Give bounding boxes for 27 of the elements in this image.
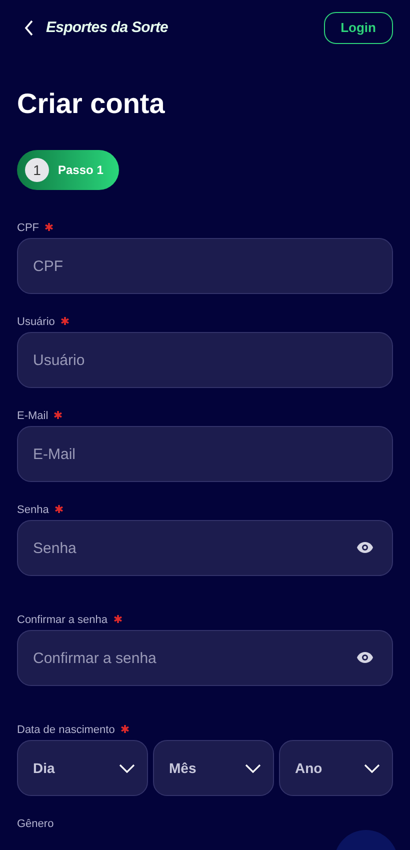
field-label: Confirmar a senha: [17, 613, 108, 628]
field-label: Gênero: [17, 817, 54, 832]
dropdown[interactable]: Mês: [153, 740, 274, 796]
dropdown[interactable]: Ano: [279, 740, 393, 796]
back-icon[interactable]: [24, 20, 34, 36]
chevron-down-icon: [119, 764, 135, 772]
eye-icon[interactable]: [357, 652, 373, 663]
eye-icon[interactable]: [357, 542, 373, 553]
input-field[interactable]: E-Mail: [17, 426, 393, 482]
input-field[interactable]: Usuário: [17, 332, 393, 388]
input-field[interactable]: Senha: [17, 520, 393, 576]
chevron-down-icon: [245, 764, 261, 772]
chevron-down-icon: [364, 764, 380, 772]
page-title: Criar conta: [17, 87, 166, 121]
step-label: Passo 1: [58, 162, 104, 179]
field-label: Senha: [17, 503, 49, 518]
login-button[interactable]: Login: [324, 12, 393, 44]
logo: Esportes da Sorte: [46, 18, 168, 38]
dropdown[interactable]: Dia: [17, 740, 148, 796]
field-label: E-Mail: [17, 409, 48, 424]
input-field[interactable]: CPF: [17, 238, 393, 294]
step-number: 1: [25, 158, 49, 182]
input-field[interactable]: Confirmar a senha: [17, 630, 393, 686]
field-label: CPF: [17, 221, 39, 236]
step-pill[interactable]: 1 Passo 1: [17, 150, 120, 190]
field-label: Data de nascimento: [17, 723, 115, 738]
field-label: Usuário: [17, 315, 55, 330]
